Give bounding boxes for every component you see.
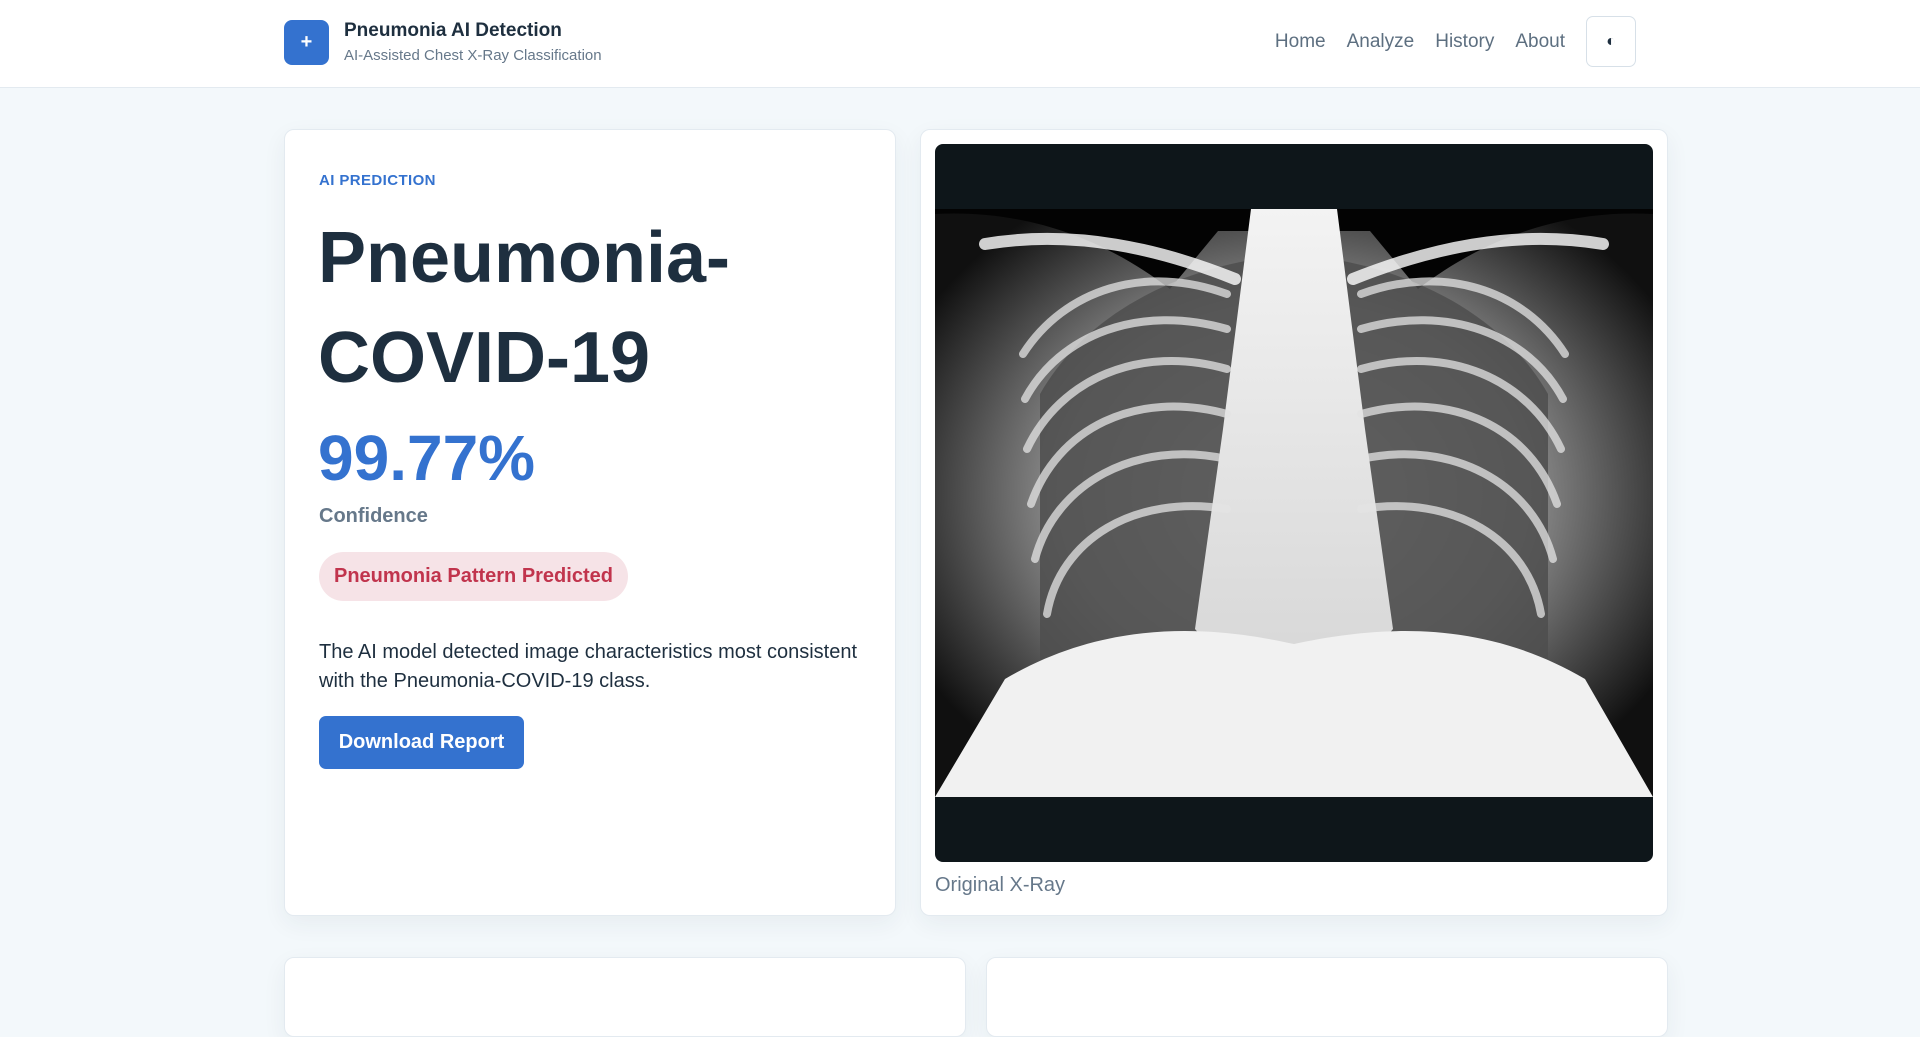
chest-xray-image (935, 209, 1653, 797)
predicted-class: Pneumonia-COVID-19 (318, 218, 731, 398)
contrast-icon: ◐ (1606, 32, 1616, 50)
main-nav: Home Analyze History About ◐ (1275, 16, 1636, 67)
top-navbar: + Pneumonia AI Detection AI-Assisted Che… (0, 0, 1920, 88)
app-title: Pneumonia AI Detection (344, 20, 562, 41)
xray-caption: Original X-Ray (935, 874, 1066, 896)
nav-analyze-link[interactable]: Analyze (1347, 17, 1415, 67)
confidence-value: 99.77% (318, 422, 536, 494)
theme-toggle-button[interactable]: ◐ (1586, 16, 1636, 67)
xray-card: Original X-Ray (920, 129, 1668, 916)
download-report-button[interactable]: Download Report (319, 716, 524, 769)
status-badge: Pneumonia Pattern Predicted (319, 552, 628, 601)
prediction-eyebrow: AI PREDICTION (319, 172, 436, 189)
nav-home-link[interactable]: Home (1275, 17, 1326, 67)
nav-about-link[interactable]: About (1515, 17, 1565, 67)
brand-text: Pneumonia AI Detection AI-Assisted Chest… (344, 19, 602, 66)
brand[interactable]: + Pneumonia AI Detection AI-Assisted Che… (284, 19, 602, 66)
plus-icon: + (284, 20, 329, 65)
nav-history-link[interactable]: History (1435, 17, 1494, 67)
bottom-right-card (986, 957, 1668, 1037)
xray-image-frame (935, 144, 1653, 862)
bottom-left-card (284, 957, 966, 1037)
prediction-explanation: The AI model detected image characterist… (319, 641, 858, 692)
app-subtitle: AI-Assisted Chest X-Ray Classification (344, 47, 602, 64)
prediction-card: AI PREDICTION Pneumonia-COVID-19 99.77% … (284, 129, 896, 916)
confidence-label: Confidence (319, 505, 428, 527)
